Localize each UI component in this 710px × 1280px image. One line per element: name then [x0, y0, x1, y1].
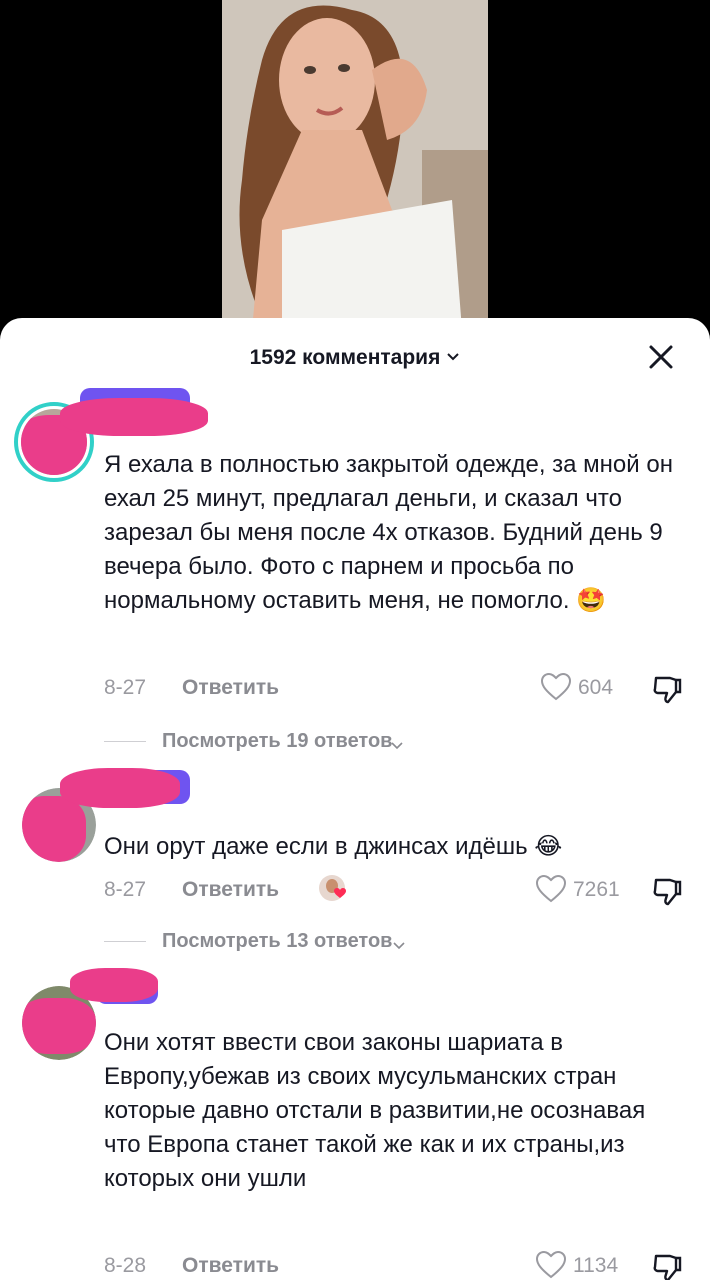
thumbs-down-icon[interactable] [650, 874, 684, 908]
username-redaction [60, 768, 180, 808]
like-count: 1134 [573, 1254, 619, 1277]
comment-meta: 8-27 Ответить [104, 674, 404, 704]
heart-icon [535, 874, 567, 909]
heart-icon [535, 1250, 567, 1280]
chevron-down-icon [392, 934, 406, 957]
heart-icon [540, 672, 572, 707]
like-button[interactable]: 1134 [535, 1250, 635, 1280]
comment-count-label: 1592 комментария [249, 346, 441, 369]
comments-sheet: 1592 комментария Я ехала в полностью зак… [0, 318, 710, 1280]
divider-line [104, 941, 146, 942]
like-button[interactable]: 604 [540, 672, 630, 706]
comments-header: 1592 комментария [0, 340, 710, 376]
comment-date: 8-27 [104, 676, 147, 699]
comment-text: Я ехала в полностью закрытой одежде, за … [104, 451, 673, 614]
comment-meta: 8-28 Ответить [104, 1252, 404, 1280]
comment-date: 8-27 [104, 878, 147, 901]
like-count: 604 [578, 676, 614, 699]
like-button[interactable]: 7261 [535, 874, 635, 908]
reply-button[interactable]: Ответить [182, 1254, 279, 1278]
view-replies-button[interactable]: Посмотреть 19 ответов [104, 728, 524, 758]
thumbs-down-icon[interactable] [650, 672, 684, 706]
video-thumbnail [222, 0, 488, 330]
comment-count-dropdown[interactable]: 1592 комментария [0, 344, 710, 370]
divider-line [104, 741, 146, 742]
comment-item: Они хотят ввести свои законы шариата в Е… [0, 968, 710, 1280]
comment-item: Они орут даже если в джинсах идёшь 😂 8-2… [0, 768, 710, 970]
thumbs-down-icon[interactable] [650, 1250, 684, 1280]
reply-button[interactable]: Ответить [182, 676, 279, 700]
reply-button[interactable]: Ответить [182, 878, 279, 902]
view-replies-button[interactable]: Посмотреть 13 ответов [104, 928, 524, 958]
video-player[interactable] [0, 0, 710, 330]
view-replies-label: Посмотреть 19 ответов [162, 730, 393, 752]
comment-text: Они орут даже если в джинсах идёшь 😂 [104, 833, 563, 860]
comment-meta: 8-27 Ответить [104, 876, 404, 906]
chevron-down-icon [446, 344, 460, 368]
comment-item: Я ехала в полностью закрытой одежде, за … [0, 388, 710, 796]
comment-text: Они хотят ввести свои законы шариата в Е… [104, 1029, 646, 1192]
close-icon[interactable] [646, 342, 676, 372]
view-replies-label: Посмотреть 13 ответов [162, 930, 393, 952]
comment-date: 8-28 [104, 1254, 147, 1277]
username-redaction [70, 968, 158, 1002]
username-redaction [60, 398, 208, 436]
creator-liked-badge [318, 874, 352, 908]
chevron-down-icon [390, 734, 404, 757]
like-count: 7261 [573, 878, 620, 901]
